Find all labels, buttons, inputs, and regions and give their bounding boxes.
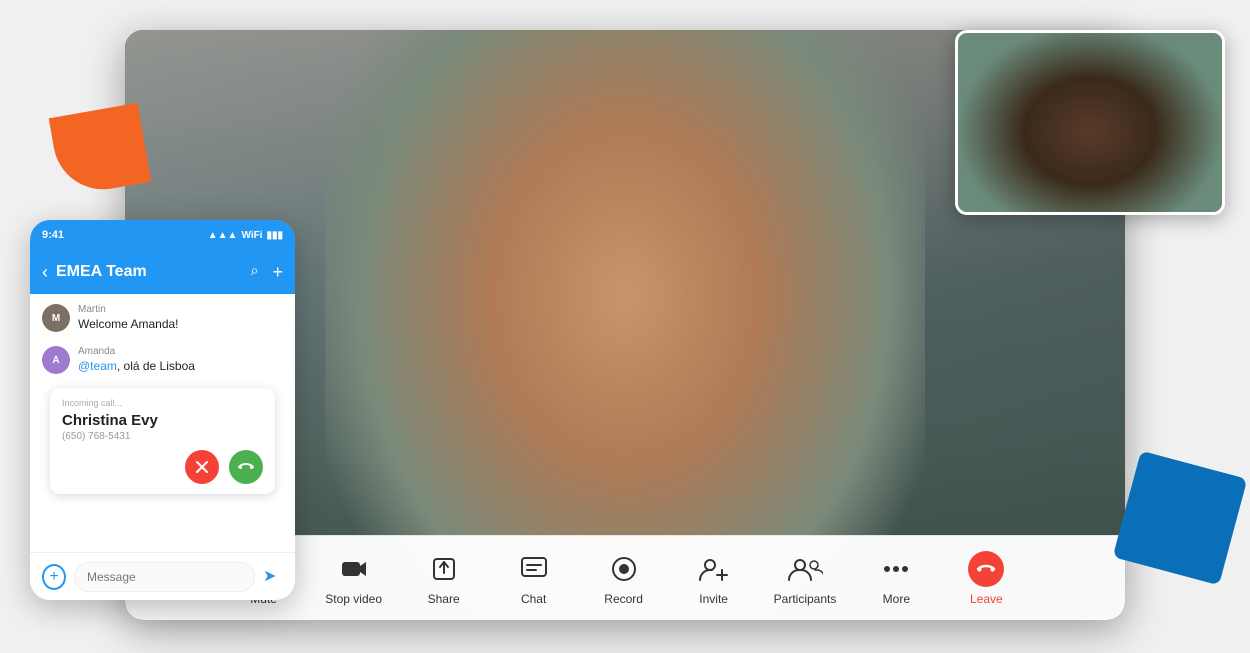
share-icon — [426, 551, 462, 587]
avatar-amanda: A — [42, 346, 70, 374]
message-row-amanda: A Amanda @team, olá de Lisboa — [42, 346, 283, 374]
signal-icon: ▲▲▲ — [208, 230, 238, 241]
avatar-martin: M — [42, 304, 70, 332]
blue-decoration — [1113, 451, 1248, 586]
message-input-area: + ➤ — [30, 552, 295, 600]
share-button[interactable]: Share — [414, 551, 474, 606]
chat-button[interactable]: Chat — [504, 551, 564, 606]
mobile-chat-panel: 9:41 ▲▲▲ WiFi ▮▮▮ ‹ EMEA Team ⌕ + M Mart… — [30, 220, 295, 600]
participants-label: Participants — [774, 592, 837, 606]
call-action-buttons — [62, 450, 263, 484]
incoming-call-card: Incoming call... Christina Evy (650) 768… — [50, 388, 275, 494]
mention-tag: @team — [78, 359, 117, 373]
back-button[interactable]: ‹ — [42, 262, 48, 283]
participants-icon — [787, 551, 823, 587]
wifi-icon: WiFi — [241, 230, 262, 241]
share-label: Share — [428, 592, 460, 606]
record-button[interactable]: Record — [594, 551, 654, 606]
status-icons: ▲▲▲ WiFi ▮▮▮ — [208, 230, 283, 241]
leave-label: Leave — [970, 592, 1003, 606]
pip-video-container — [955, 30, 1225, 215]
invite-label: Invite — [699, 592, 728, 606]
status-time: 9:41 — [42, 229, 64, 241]
header-action-icons: ⌕ + — [251, 262, 283, 283]
stop-video-button[interactable]: Stop video — [324, 551, 384, 606]
chat-title: EMEA Team — [56, 263, 243, 281]
stop-video-label: Stop video — [325, 592, 382, 606]
record-label: Record — [604, 592, 643, 606]
more-icon — [878, 551, 914, 587]
orange-decoration — [49, 103, 152, 197]
chat-label: Chat — [521, 592, 546, 606]
decline-call-button[interactable] — [185, 450, 219, 484]
leave-icon — [968, 551, 1004, 587]
chat-header: ‹ EMEA Team ⌕ + — [30, 250, 295, 294]
invite-button[interactable]: Invite — [684, 551, 744, 606]
message-content-amanda: Amanda @team, olá de Lisboa — [78, 346, 195, 373]
camera-icon — [336, 551, 372, 587]
search-icon[interactable]: ⌕ — [251, 262, 259, 283]
incoming-call-label: Incoming call... — [62, 398, 263, 408]
accept-call-button[interactable] — [229, 450, 263, 484]
more-label: More — [883, 592, 910, 606]
chat-icon — [516, 551, 552, 587]
leave-button[interactable]: Leave — [956, 551, 1016, 606]
message-text-amanda: @team, olá de Lisboa — [78, 359, 195, 373]
participants-button[interactable]: Participants — [774, 551, 837, 606]
messages-area: M Martin Welcome Amanda! A Amanda @team,… — [30, 294, 295, 504]
message-row-martin: M Martin Welcome Amanda! — [42, 304, 283, 332]
message-content-martin: Martin Welcome Amanda! — [78, 304, 179, 331]
add-icon[interactable]: + — [272, 262, 283, 283]
message-text-martin: Welcome Amanda! — [78, 317, 179, 331]
message-input[interactable] — [74, 562, 255, 592]
caller-number: (650) 768-5431 — [62, 431, 263, 442]
more-button[interactable]: More — [866, 551, 926, 606]
pip-person-figure — [958, 33, 1222, 212]
battery-icon: ▮▮▮ — [266, 230, 283, 241]
mobile-status-bar: 9:41 ▲▲▲ WiFi ▮▮▮ — [30, 220, 295, 250]
caller-name: Christina Evy — [62, 412, 263, 429]
record-icon — [606, 551, 642, 587]
main-participant-figure — [325, 30, 925, 620]
add-attachment-button[interactable]: + — [42, 564, 66, 590]
invite-icon — [696, 551, 732, 587]
sender-name-amanda: Amanda — [78, 346, 195, 357]
send-message-button[interactable]: ➤ — [263, 566, 283, 588]
sender-name-martin: Martin — [78, 304, 179, 315]
